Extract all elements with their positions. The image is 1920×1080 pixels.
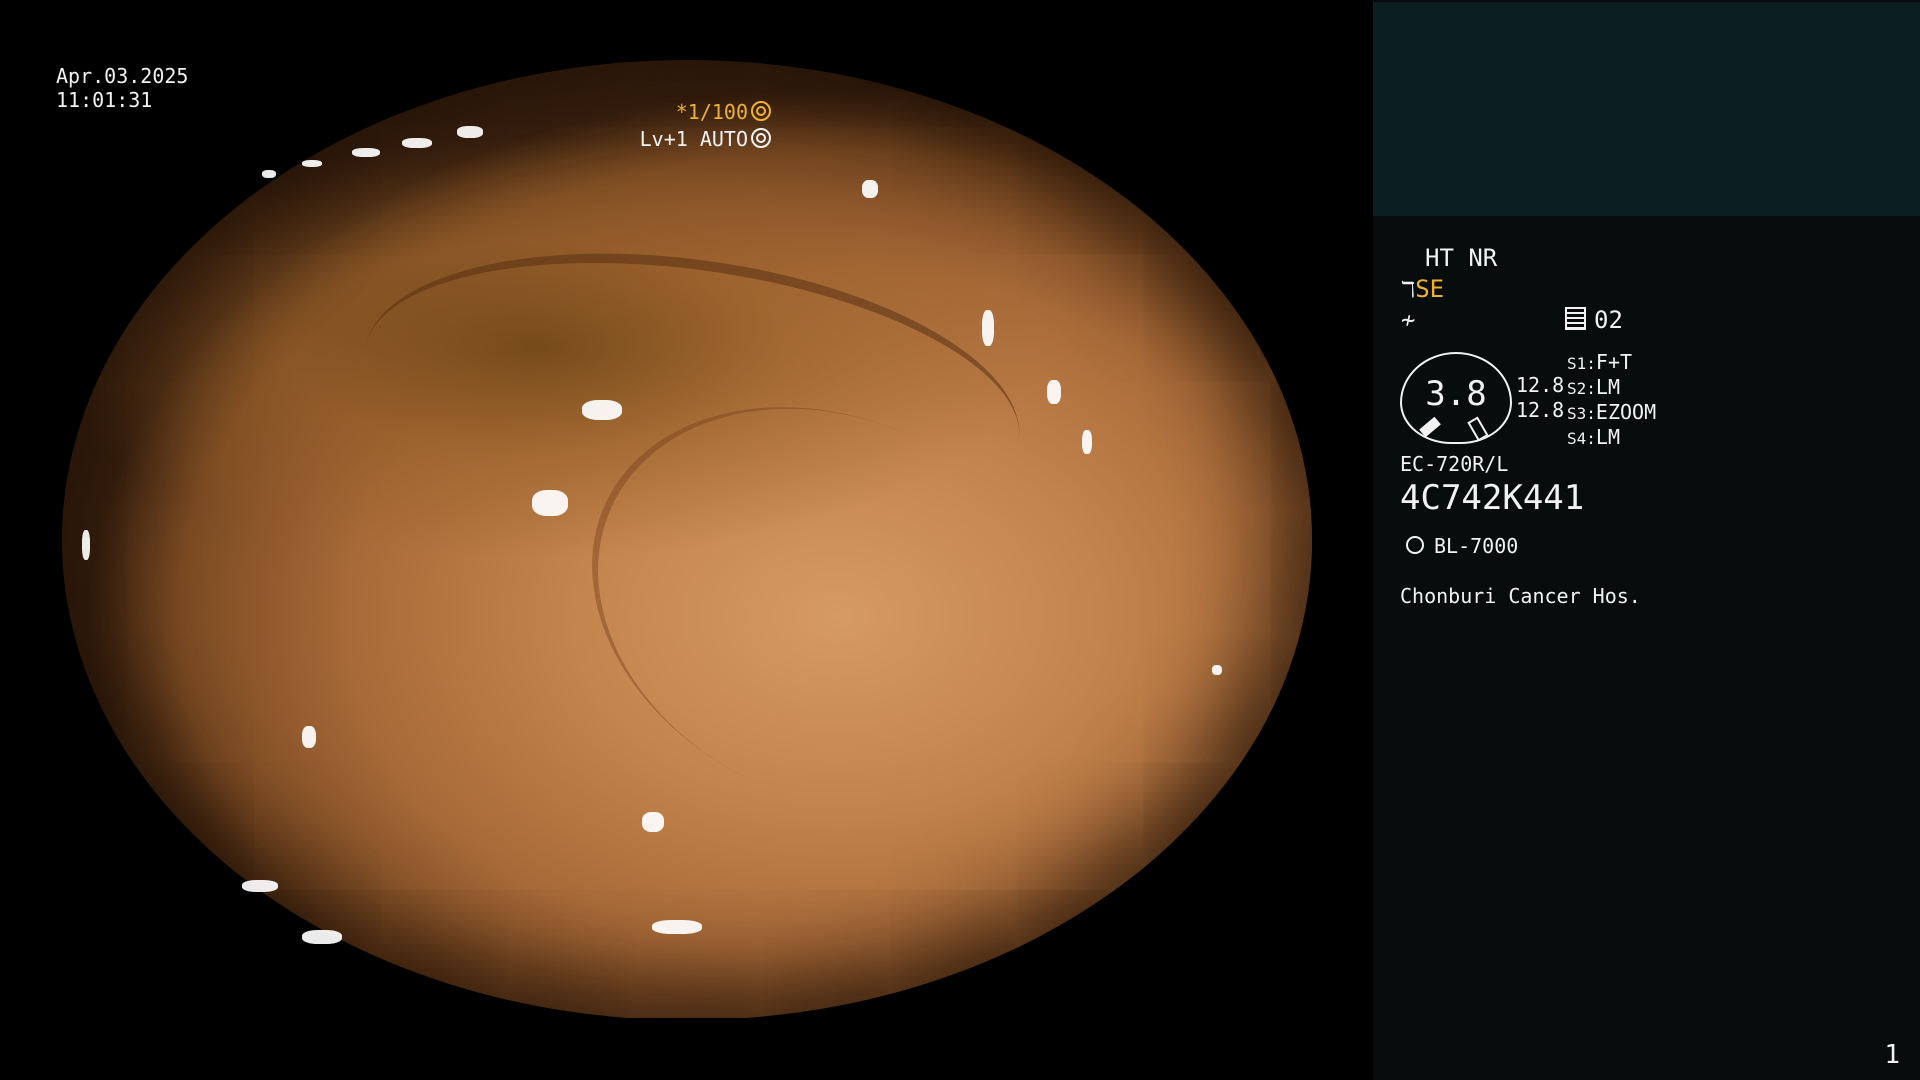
exam-date: Apr.03.2025 (56, 64, 189, 88)
light-reflection (242, 880, 278, 892)
scope-tip-icon: ℸ (1401, 278, 1416, 303)
level-value: Lv+1 AUTO (639, 127, 748, 151)
scope-model: EC-720R/L (1400, 452, 1509, 476)
switch-key: S1: (1567, 354, 1596, 373)
endoscopy-screen: Apr.03.2025 11:01:31 *1/100 Lv+1 AUTO HT… (0, 0, 1920, 1080)
gauge-marker-icon (1467, 416, 1489, 442)
light-reflection (82, 530, 90, 560)
switch-key: S3: (1567, 404, 1596, 423)
light-reflection (352, 148, 380, 157)
page-number: 1 (1884, 1040, 1900, 1070)
light-source-model: BL-7000 (1434, 534, 1519, 558)
ht-nr-label: HT NR (1425, 244, 1498, 272)
light-reflection (652, 920, 702, 934)
light-reflection (302, 160, 322, 167)
exam-time: 11:01:31 (56, 88, 153, 112)
info-panel: HT NR ℸSE ≁ 02 3.8 12.8 12.8 S1:F+T S2:L… (1373, 0, 1920, 1080)
view-mask-bottom (0, 1018, 1373, 1080)
light-source: BL-7000 (1400, 532, 1518, 560)
gain-value-a: 12.8 (1516, 373, 1565, 397)
light-reflection (1047, 380, 1061, 404)
gauge-value: 3.8 (1425, 374, 1487, 414)
view-mask-top (0, 0, 1373, 60)
light-reflection (262, 170, 276, 178)
zoom-gauge: 3.8 (1400, 352, 1512, 444)
video-record-number: 02 (1565, 306, 1623, 334)
scope-serial: 4C742K441 (1400, 478, 1585, 518)
light-reflection (302, 726, 316, 748)
recorder-icon (1565, 307, 1586, 330)
switch-value: LM (1595, 375, 1620, 399)
switch-value: EZOOM (1595, 400, 1657, 424)
light-reflection (982, 310, 994, 346)
switch-key: S2: (1567, 379, 1596, 398)
scope-switch-4: S4:LM (1567, 425, 1620, 451)
switch-value: F+T (1595, 350, 1633, 374)
endoscopic-view (62, 60, 1312, 1020)
light-reflection (402, 138, 432, 148)
light-reflection (302, 930, 342, 944)
gain-value-b: 12.8 (1516, 398, 1565, 422)
auto-iris-icon (751, 128, 771, 148)
light-reflection (457, 126, 483, 138)
light-reflection (1212, 665, 1222, 675)
light-reflection (532, 490, 568, 516)
patient-info-area (1373, 2, 1920, 216)
light-reflection (642, 812, 664, 832)
video-number: 02 (1594, 306, 1623, 334)
structure-enhancement: ℸSE (1401, 275, 1444, 305)
scope-switch-3: S3:EZOOM (1567, 400, 1656, 426)
se-label: SE (1415, 275, 1445, 303)
endoscope-video-area: Apr.03.2025 11:01:31 *1/100 Lv+1 AUTO (0, 0, 1373, 1080)
gauge-marker-icon (1419, 416, 1441, 438)
scope-switch-2: S2:LM (1567, 375, 1620, 401)
aperture-icon (751, 101, 771, 121)
fine-mode: ≁ (1401, 306, 1415, 334)
light-reflection (1082, 430, 1092, 454)
shutter-value: *1/100 (675, 100, 748, 124)
iris-level: Lv+1 AUTO (640, 127, 771, 151)
scope-switch-1: S1:F+T (1567, 350, 1632, 376)
switch-key: S4: (1567, 429, 1596, 448)
sun-icon (1406, 536, 1424, 554)
light-reflection (862, 180, 878, 198)
light-reflection (582, 400, 622, 420)
fine-icon: ≁ (1401, 306, 1416, 334)
hospital-name: Chonburi Cancer Hos. (1400, 584, 1641, 608)
switch-value: LM (1595, 425, 1620, 449)
shutter-speed: *1/100 (676, 100, 771, 124)
